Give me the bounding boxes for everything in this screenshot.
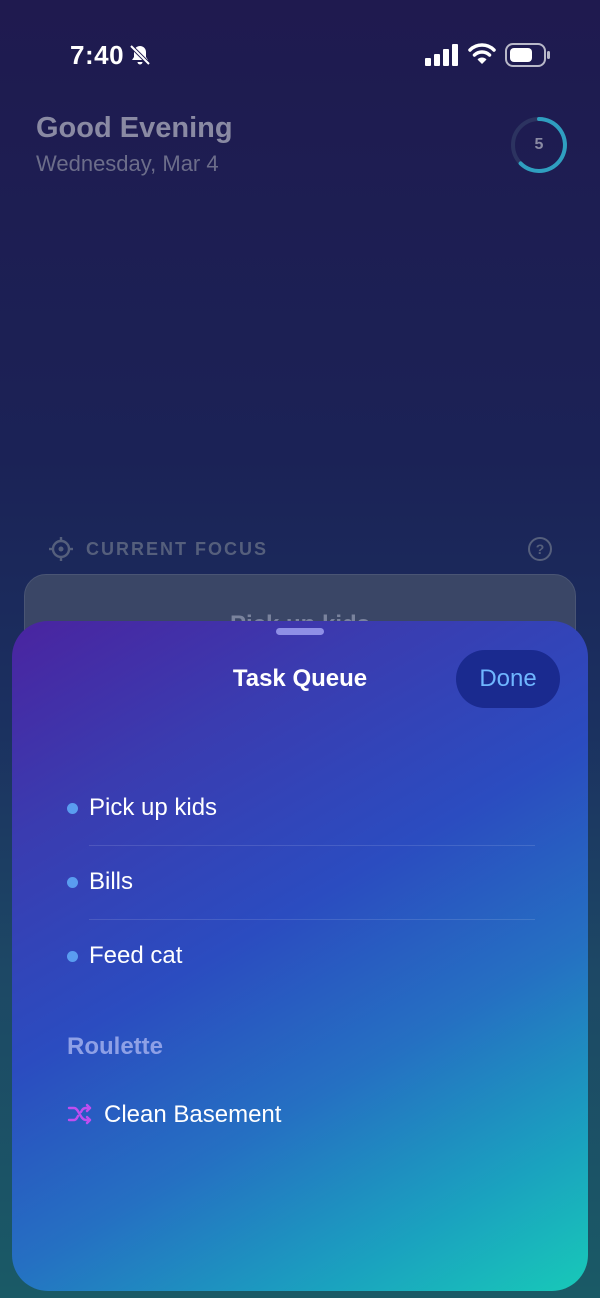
sheet-grabber[interactable] <box>276 628 324 635</box>
status-bar: 7:40 <box>0 0 600 110</box>
status-time: 7:40 <box>70 40 125 70</box>
done-button[interactable]: Done <box>456 650 560 708</box>
task-item[interactable]: Bills <box>12 841 588 915</box>
wifi-icon <box>468 43 496 64</box>
crosshair-icon <box>49 537 73 561</box>
task-item[interactable]: Feed cat <box>12 915 588 989</box>
task-label: Feed cat <box>89 942 183 969</box>
battery-icon <box>505 43 550 67</box>
task-label: Bills <box>89 868 134 895</box>
svg-text:?: ? <box>536 541 545 557</box>
bullet-dot-icon <box>67 951 78 962</box>
bullet-dot-icon <box>67 877 78 888</box>
task-queue-sheet: Task Queue Done Pick up kids Bills Feed … <box>12 621 588 1291</box>
shuffle-icon <box>67 1103 92 1125</box>
signal-icon <box>425 44 458 66</box>
task-label: Pick up kids <box>89 794 218 821</box>
help-icon[interactable]: ? <box>527 536 553 562</box>
roulette-heading: Roulette <box>67 1033 163 1060</box>
task-item[interactable]: Pick up kids <box>12 767 588 841</box>
date-label: Wednesday, Mar 4 <box>36 151 219 176</box>
bullet-dot-icon <box>67 803 78 814</box>
bell-off-icon <box>129 44 151 66</box>
greeting-title: Good Evening <box>36 112 233 144</box>
roulette-item[interactable]: Clean Basement <box>12 1093 588 1137</box>
roulette-label: Clean Basement <box>104 1101 282 1128</box>
progress-count: 5 <box>534 136 544 153</box>
current-focus-label: CURRENT FOCUS <box>86 539 268 559</box>
